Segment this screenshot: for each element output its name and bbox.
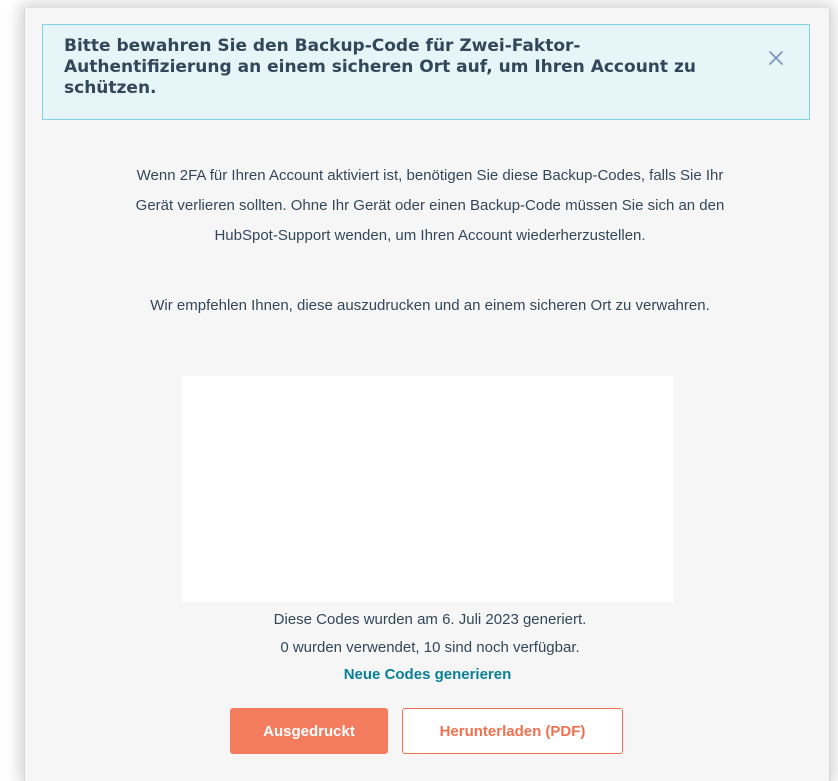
page: Bitte bewahren Sie den Backup-Code für Z… (0, 0, 838, 781)
download-pdf-button[interactable]: Herunterladen (PDF) (402, 708, 623, 754)
backup-codes-box (182, 376, 673, 602)
regenerate-codes-link[interactable]: Neue Codes generieren (250, 666, 605, 683)
alert-message: Bitte bewahren Sie den Backup-Code für Z… (64, 36, 696, 98)
close-icon-glyph (769, 51, 783, 65)
info-paragraph-1: Wenn 2FA für Ihren Account aktiviert ist… (135, 167, 725, 244)
info-alert: Bitte bewahren Sie den Backup-Code für Z… (42, 24, 810, 120)
printed-button[interactable]: Ausgedruckt (230, 708, 388, 754)
close-icon[interactable] (765, 47, 787, 69)
info-paragraph-2: Wir empfehlen Ihnen, diese auszudrucken … (150, 297, 710, 314)
usage-text: 0 wurden verwendet, 10 sind noch verfügb… (280, 639, 580, 656)
generated-date-text: Diese Codes wurden am 6. Juli 2023 gener… (273, 611, 587, 628)
